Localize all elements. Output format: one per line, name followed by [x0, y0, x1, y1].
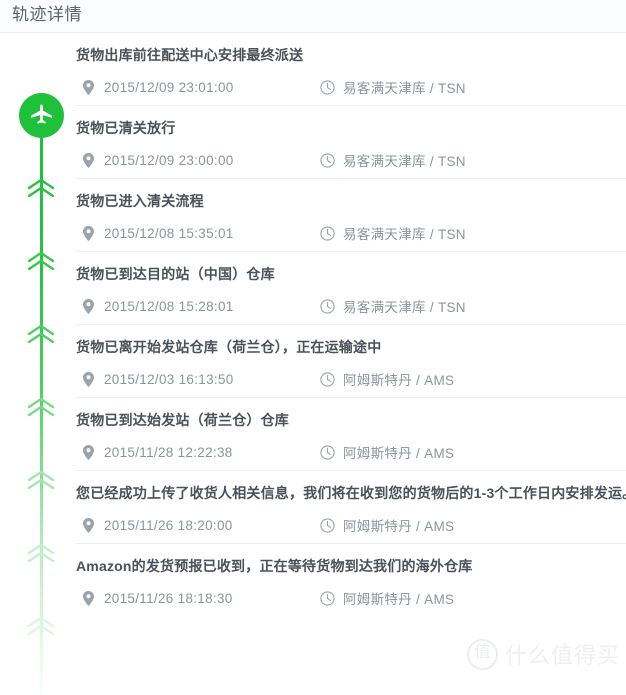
- event-time: 2015/12/03 16:13:50: [81, 369, 234, 389]
- double-chevron-up-icon: [27, 179, 55, 197]
- event-time-text: 2015/11/26 18:18:30: [104, 590, 233, 606]
- location-pin-icon: [81, 517, 96, 533]
- event-title: 货物已进入清关流程: [76, 193, 204, 209]
- event-time-text: 2015/12/09 23:01:00: [104, 79, 234, 95]
- clock-icon: [320, 298, 335, 314]
- double-chevron-up-icon: [27, 544, 55, 562]
- double-chevron-up-icon: [27, 325, 55, 343]
- event-place-text: 阿姆斯特丹 / AMS: [343, 592, 455, 607]
- location-pin-icon: [81, 590, 96, 606]
- event-place: 阿姆斯特丹 / AMS: [320, 588, 454, 608]
- timeline-rail: [0, 33, 76, 695]
- table-row[interactable]: 货物已离开始发站仓库（荷兰仓），正在运输途中 2015/12/03 16:13:…: [76, 325, 626, 398]
- event-time: 2015/11/28 12:22:38: [81, 442, 233, 462]
- double-chevron-up-icon: [27, 617, 55, 635]
- clock-icon: [320, 79, 335, 95]
- event-place: 阿姆斯特丹 / AMS: [320, 442, 454, 462]
- tracking-timeline: 货物出库前往配送中心安排最终派送 2015/12/09 23:01:00 易客满…: [0, 33, 626, 695]
- event-place: 阿姆斯特丹 / AMS: [320, 515, 454, 535]
- event-place-text: 易客满天津库 / TSN: [343, 81, 466, 96]
- event-place: 易客满天津库 / TSN: [320, 77, 466, 97]
- event-time: 2015/12/09 23:00:00: [81, 150, 234, 170]
- event-title: 货物已清关放行: [76, 120, 176, 136]
- clock-icon: [320, 225, 335, 241]
- event-time: 2015/12/09 23:01:00: [81, 77, 234, 97]
- event-time: 2015/11/26 18:18:30: [81, 588, 233, 608]
- event-time: 2015/12/08 15:28:01: [81, 296, 234, 316]
- event-place: 易客满天津库 / TSN: [320, 223, 466, 243]
- location-pin-icon: [81, 79, 96, 95]
- clock-icon: [320, 517, 335, 533]
- table-row[interactable]: 货物出库前往配送中心安排最终派送 2015/12/09 23:01:00 易客满…: [76, 33, 626, 106]
- site-watermark: 值 什么值得买: [466, 638, 620, 670]
- event-title: 货物已离开始发站仓库（荷兰仓），正在运输途中: [76, 339, 382, 355]
- event-meta: 2015/12/08 15:35:01 易客满天津库 / TSN: [76, 223, 626, 243]
- event-title: 货物已到达目的站（中国）仓库: [76, 266, 275, 282]
- page-title: 轨迹详情: [12, 5, 82, 24]
- event-title: 货物出库前往配送中心安排最终派送: [76, 47, 304, 63]
- event-time: 2015/11/26 18:20:00: [81, 515, 233, 535]
- clock-icon: [320, 371, 335, 387]
- timeline-line: [40, 119, 43, 695]
- event-place-text: 阿姆斯特丹 / AMS: [343, 373, 455, 388]
- event-title: Amazon的发货预报已收到，正在等待货物到达我们的海外仓库: [76, 558, 473, 574]
- event-time-text: 2015/12/08 15:28:01: [104, 298, 234, 314]
- table-row[interactable]: 货物已到达目的站（中国）仓库 2015/12/08 15:28:01 易客满天津…: [76, 252, 626, 325]
- location-pin-icon: [81, 444, 96, 460]
- event-place-text: 阿姆斯特丹 / AMS: [343, 519, 455, 534]
- event-time-text: 2015/12/08 15:35:01: [104, 225, 234, 241]
- event-place-text: 易客满天津库 / TSN: [343, 300, 466, 315]
- double-chevron-up-icon: [27, 471, 55, 489]
- event-meta: 2015/12/09 23:01:00 易客满天津库 / TSN: [76, 77, 626, 97]
- event-meta: 2015/11/28 12:22:38 阿姆斯特丹 / AMS: [76, 442, 626, 462]
- event-place-text: 易客满天津库 / TSN: [343, 154, 466, 169]
- event-place: 易客满天津库 / TSN: [320, 150, 466, 170]
- event-meta: 2015/12/03 16:13:50 阿姆斯特丹 / AMS: [76, 369, 626, 389]
- clock-icon: [320, 152, 335, 168]
- event-place-text: 易客满天津库 / TSN: [343, 227, 466, 242]
- event-place: 易客满天津库 / TSN: [320, 296, 466, 316]
- event-meta: 2015/11/26 18:20:00 阿姆斯特丹 / AMS: [76, 515, 626, 535]
- event-title: 您已经成功上传了收货人相关信息，我们将在收到您的货物后的1-3个工作日内安排发运…: [76, 485, 626, 501]
- event-time: 2015/12/08 15:35:01: [81, 223, 234, 243]
- event-meta: 2015/12/09 23:00:00 易客满天津库 / TSN: [76, 150, 626, 170]
- airplane-icon: [19, 93, 64, 138]
- location-pin-icon: [81, 152, 96, 168]
- event-time-text: 2015/12/09 23:00:00: [104, 152, 234, 168]
- event-list: 货物出库前往配送中心安排最终派送 2015/12/09 23:01:00 易客满…: [76, 33, 626, 617]
- event-time-text: 2015/12/03 16:13:50: [104, 371, 234, 387]
- table-row[interactable]: 货物已进入清关流程 2015/12/08 15:35:01 易客满天津库 / T…: [76, 179, 626, 252]
- double-chevron-up-icon: [27, 398, 55, 416]
- double-chevron-up-icon: [27, 252, 55, 270]
- watermark-badge: 值: [466, 638, 498, 670]
- event-time-text: 2015/11/26 18:20:00: [104, 517, 233, 533]
- location-pin-icon: [81, 371, 96, 387]
- table-row[interactable]: Amazon的发货预报已收到，正在等待货物到达我们的海外仓库 2015/11/2…: [76, 544, 626, 617]
- event-place: 阿姆斯特丹 / AMS: [320, 369, 454, 389]
- event-time-text: 2015/11/28 12:22:38: [104, 444, 233, 460]
- event-meta: 2015/12/08 15:28:01 易客满天津库 / TSN: [76, 296, 626, 316]
- clock-icon: [320, 444, 335, 460]
- location-pin-icon: [81, 225, 96, 241]
- event-place-text: 阿姆斯特丹 / AMS: [343, 446, 455, 461]
- table-row[interactable]: 货物已到达始发站（荷兰仓）仓库 2015/11/28 12:22:38 阿姆斯特…: [76, 398, 626, 471]
- event-title: 货物已到达始发站（荷兰仓）仓库: [76, 412, 289, 428]
- table-row[interactable]: 您已经成功上传了收货人相关信息，我们将在收到您的货物后的1-3个工作日内安排发运…: [76, 471, 626, 544]
- table-row[interactable]: 货物已清关放行 2015/12/09 23:00:00 易客满天津库 / TSN: [76, 106, 626, 179]
- watermark-text: 什么值得买: [504, 643, 620, 668]
- event-meta: 2015/11/26 18:18:30 阿姆斯特丹 / AMS: [76, 588, 626, 608]
- panel-header: 轨迹详情: [0, 0, 626, 33]
- clock-icon: [320, 590, 335, 606]
- location-pin-icon: [81, 298, 96, 314]
